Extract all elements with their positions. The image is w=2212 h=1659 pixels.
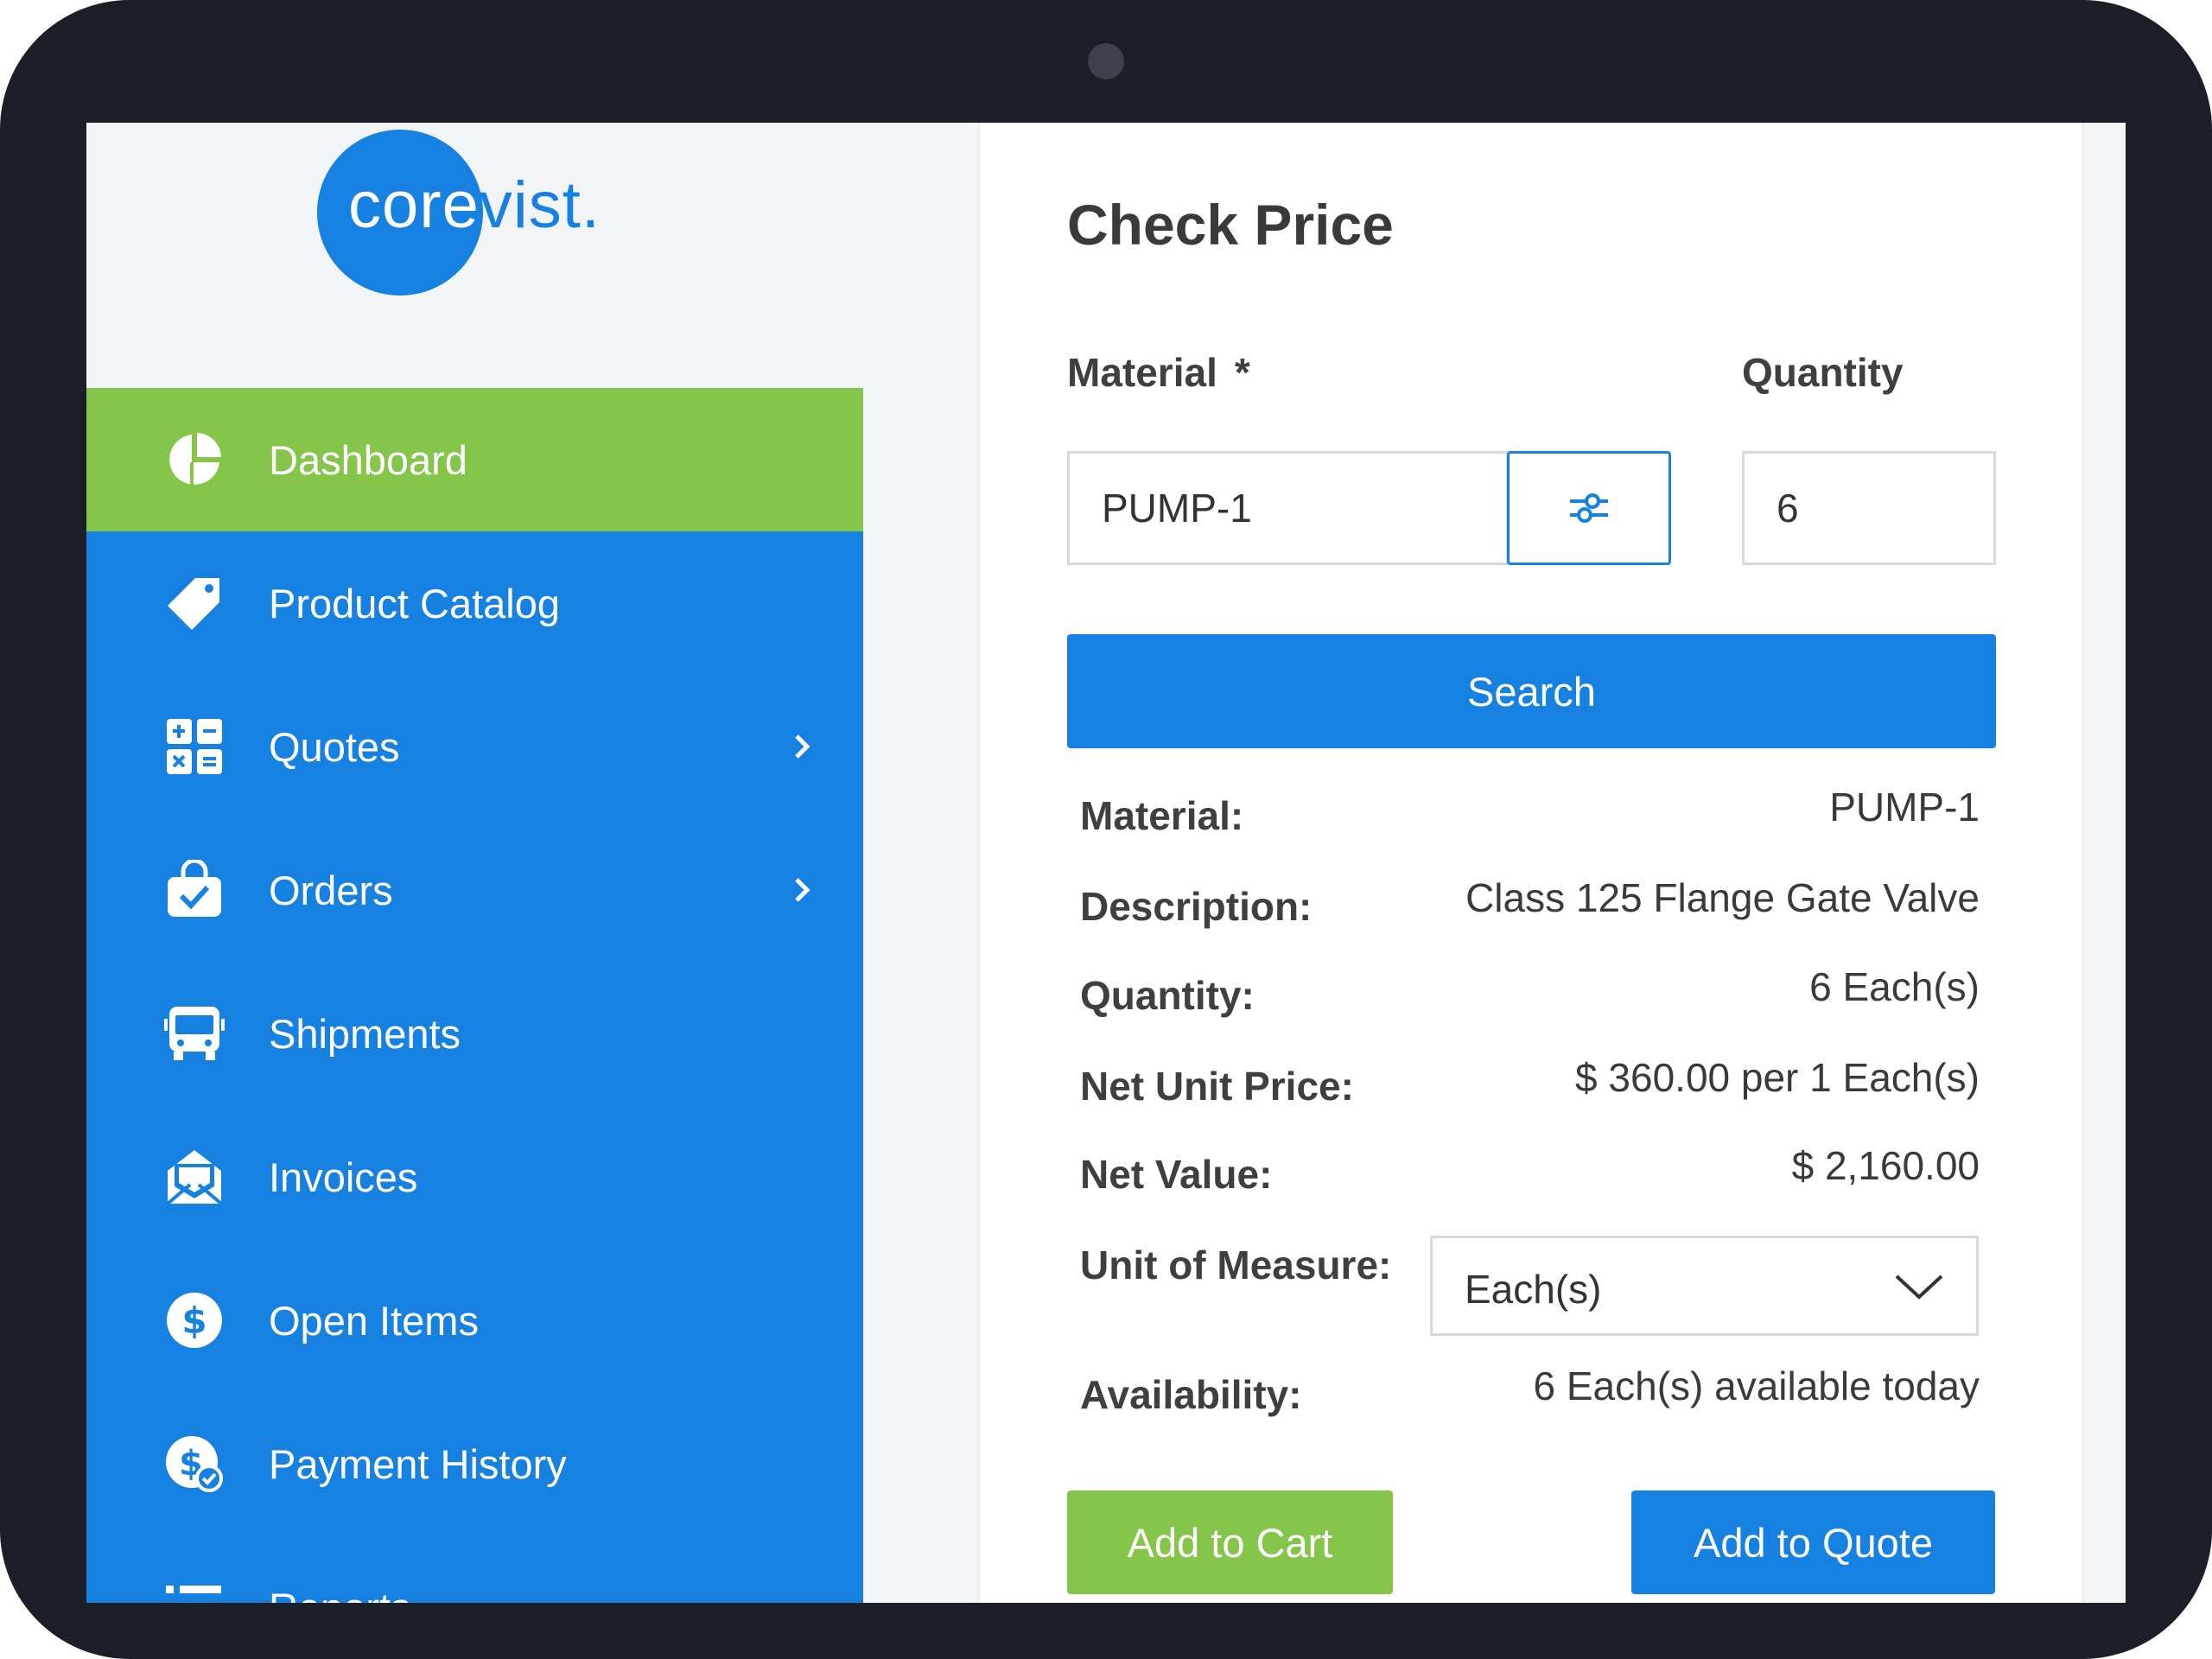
shopping-bag-check-icon <box>168 860 221 917</box>
result-net-value-value: $ 2,160.00 <box>1791 1143 1980 1188</box>
screen: corevist. Dashboard Product Catalog Quot… <box>86 123 2126 1603</box>
grid-calculator-icon <box>167 719 222 774</box>
pie-chart-icon <box>169 433 221 485</box>
bus-icon <box>164 1007 225 1060</box>
envelope-icon <box>166 1150 223 1205</box>
result-net-unit-price-value: $ 360.00 per 1 Each(s) <box>1575 1055 1980 1100</box>
material-input[interactable] <box>1067 451 1509 565</box>
tag-icon <box>168 578 219 630</box>
sidebar-item-label: Open Items <box>269 1297 479 1344</box>
sidebar-item-shipments[interactable]: Shipments <box>86 962 863 1105</box>
sidebar-item-quotes[interactable]: Quotes <box>86 675 863 818</box>
sidebar-item-label: Reports <box>269 1584 411 1604</box>
uom-select[interactable]: Each(s) <box>1430 1236 1979 1336</box>
sidebar-item-product-catalog[interactable]: Product Catalog <box>86 531 863 675</box>
sidebar-item-label: Orders <box>269 867 393 913</box>
chevron-right-icon <box>795 878 810 902</box>
sidebar-item-label: Quotes <box>269 723 400 770</box>
sidebar: corevist. Dashboard Product Catalog Quot… <box>86 123 863 1603</box>
quantity-input[interactable] <box>1742 451 1996 565</box>
result-material-value: PUMP-1 <box>1829 785 1980 830</box>
uom-selected-value: Each(s) <box>1465 1267 1602 1312</box>
add-to-quote-button[interactable]: Add to Quote <box>1631 1491 1995 1594</box>
page-title: Check Price <box>1067 193 1394 257</box>
result-net-value-label: Net Value: <box>1080 1152 1273 1197</box>
result-description-value: Class 125 Flange Gate Valve <box>1465 875 1980 920</box>
result-availability-value: 6 Each(s) available today <box>1533 1363 1980 1408</box>
material-label: Material * <box>1067 350 1250 395</box>
result-description-label: Description: <box>1080 884 1313 929</box>
result-quantity-value: 6 Each(s) <box>1809 964 1980 1009</box>
device-bezel: corevist. Dashboard Product Catalog Quot… <box>0 0 2212 1659</box>
result-availability-label: Availability: <box>1080 1372 1302 1417</box>
result-quantity-label: Quantity: <box>1080 973 1255 1018</box>
chevron-down-icon <box>1895 1274 1943 1300</box>
check-price-card: Check Price Material* Quantity Search Ma… <box>980 123 2082 1603</box>
sidebar-item-dashboard[interactable]: Dashboard <box>86 388 863 531</box>
dollar-circle-icon: $ <box>167 1293 222 1348</box>
chevron-right-icon <box>795 734 810 759</box>
sidebar-item-label: Payment History <box>269 1440 567 1487</box>
material-filter-button[interactable] <box>1507 451 1671 565</box>
svg-text:$: $ <box>181 1300 207 1342</box>
sidebar-item-label: Invoices <box>269 1154 418 1200</box>
sidebar-nav: Dashboard Product Catalog Quotes Orders … <box>86 388 863 1603</box>
result-material-label: Material: <box>1080 793 1244 838</box>
sidebar-item-label: Product Catalog <box>269 580 561 626</box>
result-uom-label: Unit of Measure: <box>1080 1243 1392 1287</box>
result-net-unit-price-label: Net Unit Price: <box>1080 1064 1354 1109</box>
required-mark: * <box>1234 350 1250 395</box>
sidebar-item-orders[interactable]: Orders <box>86 818 863 962</box>
camera-dot <box>1088 43 1124 79</box>
sidebar-item-label: Shipments <box>269 1010 461 1057</box>
logo-area: corevist. <box>86 123 863 388</box>
quantity-label: Quantity <box>1742 350 1904 395</box>
list-icon <box>166 1586 221 1593</box>
corevist-logo[interactable]: corevist. <box>348 173 601 238</box>
sliders-icon <box>1570 493 1608 523</box>
sidebar-item-payment-history[interactable]: $ Payment History <box>86 1392 863 1535</box>
sidebar-item-reports[interactable]: Reports <box>86 1535 863 1603</box>
add-to-cart-button[interactable]: Add to Cart <box>1067 1491 1393 1594</box>
sidebar-item-open-items[interactable]: $ Open Items <box>86 1249 863 1392</box>
search-button[interactable]: Search <box>1067 634 1996 748</box>
dollar-check-icon: $ <box>166 1436 223 1492</box>
sidebar-item-invoices[interactable]: Invoices <box>86 1105 863 1249</box>
sidebar-item-label: Dashboard <box>269 436 467 483</box>
